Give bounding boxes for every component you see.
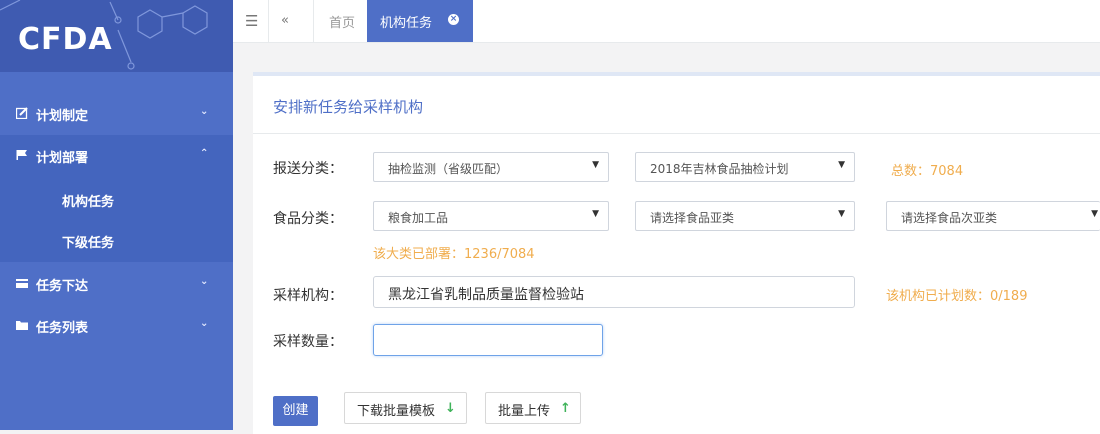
create-button[interactable]: 创建 [273,396,318,426]
quantity-input[interactable] [373,324,603,356]
batch-upload-button[interactable]: 批量上传 ↑ [485,392,581,424]
arrow-down-icon: ↓ [445,401,456,416]
sidebar-subitem-label: 机构任务 [62,195,115,210]
folder-icon [16,321,28,330]
hamburger-icon[interactable]: ☰ [245,12,258,30]
logo-text: CFDA [18,22,113,57]
sidebar-subitem-institution-task[interactable]: 机构任务 [0,181,233,219]
select-value: 抽检监测（省级匹配） [388,162,509,176]
select-value: 请选择食品亚类 [650,211,735,225]
sidebar-subitem-label: 下级任务 [62,236,115,251]
select-value: 粮食加工品 [388,211,449,225]
sidebar: CFDA 计划制定 ⌄ 计划部署 ⌃ 机构任务 下级任务 任务下达 ⌄ 任务列表… [0,0,233,430]
send-category-select[interactable]: 抽检监测（省级匹配） ▼ [373,152,609,182]
institution-planned-text: 该机构已计划数：0/189 [886,289,1028,304]
sidebar-item-label: 计划制定 [36,109,89,124]
chevron-down-icon: ⌄ [200,318,209,329]
tab-label: 机构任务 [380,16,433,31]
send-category-label: 报送分类： [273,161,343,177]
total-count-text: 总数：7084 [891,164,964,179]
page-title: 安排新任务给采样机构 [273,98,424,116]
sidebar-item-plan-deploy[interactable]: 计划部署 ⌃ [0,135,233,177]
arrow-up-icon: ↑ [560,401,571,416]
sidebar-item-label: 任务下达 [36,279,89,294]
input-value: 黑龙江省乳制品质量监督检验站 [388,287,584,303]
dropdown-arrow-icon: ▼ [592,209,599,219]
top-tab-bar: ☰ « 首页 机构任务 × [233,0,1100,43]
dropdown-arrow-icon: ▼ [838,160,845,170]
card-icon [16,279,28,288]
tab-institution-task[interactable]: 机构任务 × [367,0,473,42]
form-panel: 安排新任务给采样机构 报送分类： 抽检监测（省级匹配） ▼ 2018年吉林食品抽… [253,72,1100,434]
select-value: 2018年吉林食品抽检计划 [650,162,789,176]
divider [253,133,1100,134]
double-chevron-left-icon[interactable]: « [281,13,289,28]
sidebar-item-label: 任务列表 [36,321,89,336]
food-category-select[interactable]: 粮食加工品 ▼ [373,201,609,231]
edit-icon [16,107,28,119]
institution-label: 采样机构： [273,288,343,304]
food-category-label: 食品分类： [273,211,343,227]
chevron-down-icon: ⌄ [200,106,209,117]
divider [313,0,314,42]
quantity-label: 采样数量： [273,334,343,350]
dropdown-arrow-icon: ▼ [838,209,845,219]
dropdown-arrow-icon: ▼ [592,160,599,170]
sidebar-subitem-sub-task[interactable]: 下级任务 [0,222,233,260]
button-label: 下载批量模板 [357,404,436,419]
tab-home[interactable]: 首页 [329,12,355,31]
food-subcategory-select[interactable]: 请选择食品亚类 ▼ [635,201,855,231]
select-value: 请选择食品次亚类 [901,211,998,225]
sidebar-item-task-issue[interactable]: 任务下达 ⌄ [0,263,233,305]
plan-select[interactable]: 2018年吉林食品抽检计划 ▼ [635,152,855,182]
sidebar-item-plan-create[interactable]: 计划制定 ⌄ [0,93,233,135]
sidebar-item-label: 计划部署 [36,151,89,166]
flag-icon [16,150,27,160]
logo: CFDA [0,0,233,72]
close-icon[interactable]: × [448,14,459,25]
food-sub-subcategory-select[interactable]: 请选择食品次亚类 ▼ [886,201,1100,231]
dropdown-arrow-icon: ▼ [1091,209,1098,219]
sidebar-item-task-list[interactable]: 任务列表 ⌄ [0,305,233,347]
download-template-button[interactable]: 下载批量模板 ↓ [344,392,467,424]
chevron-down-icon: ⌄ [200,276,209,287]
chevron-up-icon: ⌃ [200,148,209,159]
deployed-count-text: 该大类已部署：1236/7084 [373,247,535,262]
button-label: 批量上传 [498,404,551,419]
institution-input[interactable]: 黑龙江省乳制品质量监督检验站 [373,276,855,308]
divider [268,0,269,42]
